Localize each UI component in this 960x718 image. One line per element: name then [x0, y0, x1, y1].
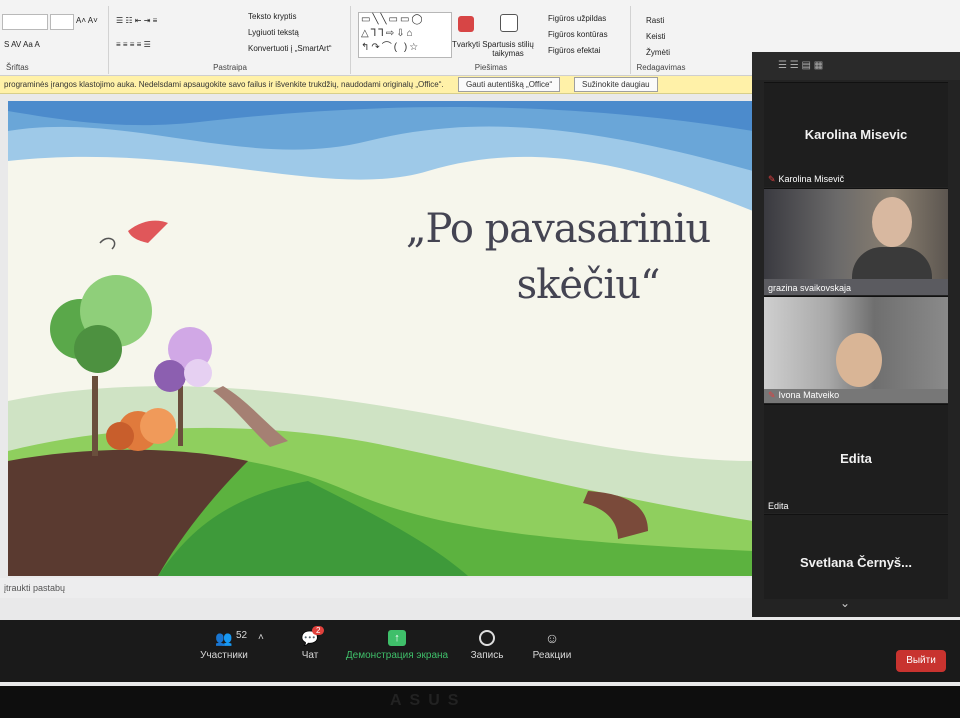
monitor-bezel: [0, 686, 960, 718]
participants-button[interactable]: 👥 52 Участники: [196, 630, 252, 661]
view-switcher: ☰ ☰ ▤ ▦: [752, 52, 960, 80]
video-tile[interactable]: Edita Edita: [764, 404, 948, 513]
slide-title-line1: „Po pavasariniu: [405, 206, 711, 252]
drawing-group-label: Piešimas: [474, 63, 508, 72]
participant-name: Svetlana Černyš...: [800, 555, 912, 570]
face-shape: [836, 333, 882, 387]
editing-group-label: Redagavimas: [636, 63, 686, 72]
face-shape: [872, 197, 912, 247]
slide-title-line2: skėčiu“: [516, 262, 661, 308]
font-group-label: Šriftas: [6, 63, 29, 72]
chat-label: Чат: [301, 650, 319, 661]
participants-icon: 👥: [215, 630, 233, 646]
participants-menu-caret[interactable]: ˄: [258, 632, 264, 643]
quick-styles-icon: [500, 14, 518, 32]
participant-name: Edita: [840, 451, 872, 466]
shapes-gallery[interactable]: ▭╲╲▭▭◯ △⅂⅂⇨⇩⌂ ↰↷⌒( )☆: [358, 12, 452, 58]
get-genuine-office-button[interactable]: Gauti autentišką „Office“: [458, 77, 561, 92]
list-icons[interactable]: ☰ ☷ ⇤ ⇥ ≡: [116, 16, 157, 25]
find-button[interactable]: Rasti: [646, 16, 664, 25]
font-name-combo[interactable]: [2, 14, 48, 30]
mic-muted-icon: ✎: [768, 174, 776, 184]
participant-name: Karolina Misevic: [804, 127, 908, 142]
participants-count: 52: [236, 630, 248, 641]
record-label: Запись: [470, 650, 504, 661]
drawing-group: ▭╲╲▭▭◯ △⅂⅂⇨⇩⌂ ↰↷⌒( )☆ Tvarkyti Spartusis s…: [352, 6, 631, 74]
participant-tag: Edita: [768, 501, 789, 511]
arrange-icon: [458, 16, 474, 32]
arrange-button[interactable]: Tvarkyti: [452, 40, 480, 49]
license-warning-bar: programinės įrangos klastojimo auka. Ned…: [0, 76, 768, 94]
shoulders-shape: [852, 247, 932, 279]
select-button[interactable]: Žymėti: [646, 48, 670, 57]
paragraph-group-label: Pastraipa: [213, 63, 247, 72]
chat-badge: 2: [312, 626, 325, 635]
screen: A˄ A˅ S AV Aa A Šriftas ☰ ☷ ⇤ ⇥ ≡ ≡ ≡ ≡ …: [0, 0, 960, 690]
record-icon: [479, 630, 495, 646]
video-tile[interactable]: ✎ Ivona Matveiko: [764, 296, 948, 403]
slide-title[interactable]: „Po pavasariniu skėčiu“: [348, 201, 753, 313]
participant-tag: ✎ Ivona Matveiko: [768, 390, 840, 400]
participant-tag: grazina svaikovskaja: [768, 283, 852, 293]
align-icons[interactable]: ≡ ≡ ≡ ≡ ☰: [116, 40, 151, 49]
reactions-label: Реакции: [532, 650, 572, 661]
font-group: A˄ A˅ S AV Aa A Šriftas: [0, 6, 109, 74]
participants-label: Участники: [200, 650, 248, 661]
convert-smartart-button[interactable]: Konvertuoti į „SmartArt“: [248, 44, 332, 53]
participant-video: [764, 189, 948, 279]
replace-button[interactable]: Keisti: [646, 32, 666, 41]
text-direction-button[interactable]: Teksto kryptis: [248, 12, 296, 21]
font-format-icons[interactable]: S AV Aa A: [4, 40, 40, 49]
slide-illustration: [8, 101, 753, 576]
learn-more-button[interactable]: Sužinokite daugiau: [574, 77, 658, 92]
share-screen-icon: ↑: [388, 630, 406, 646]
chevron-down-icon[interactable]: ⌄: [840, 596, 850, 610]
participants-video-panel: ☰ ☰ ▤ ▦ Karolina Misevic ✎ Karolina Misev…: [752, 52, 960, 617]
participant-tag: ✎ Karolina Misevič: [768, 174, 845, 184]
video-tile[interactable]: Karolina Misevic ✎ Karolina Misevič: [764, 82, 948, 187]
chat-button[interactable]: 💬 2 Чат: [292, 626, 328, 661]
meeting-controls-bar: 👥 52 Участники ˄ 💬 2 Чат ↑ Демонстрация …: [0, 620, 960, 682]
grow-font-icon[interactable]: A˄ A˅: [76, 16, 98, 25]
editing-group: Rasti Keisti Žymėti Redagavimas: [632, 6, 690, 74]
leave-button[interactable]: Выйти: [896, 650, 946, 672]
reactions-icon: ☺: [544, 630, 560, 646]
shape-outline-button[interactable]: Figūros kontūras: [548, 30, 608, 39]
share-screen-button[interactable]: ↑ Демонстрация экрана: [344, 630, 450, 661]
view-icon[interactable]: ☰ ☰ ▤ ▦: [778, 60, 823, 71]
monitor-brand: ASUS: [390, 692, 467, 709]
quick-styles-button[interactable]: Spartusis stilių taikymas: [480, 40, 536, 58]
shape-effects-button[interactable]: Figūros efektai: [548, 46, 600, 55]
notes-pane[interactable]: įtraukti pastabų: [0, 578, 764, 598]
reactions-button[interactable]: ☺ Реакции: [528, 630, 576, 661]
video-tile[interactable]: grazina svaikovskaja: [764, 188, 948, 295]
align-text-button[interactable]: Lygiuoti tekstą: [248, 28, 299, 37]
font-size-combo[interactable]: [50, 14, 74, 30]
slide-canvas[interactable]: „Po pavasariniu skėčiu“: [8, 101, 753, 576]
video-tile[interactable]: Svetlana Černyš...: [764, 514, 948, 599]
shape-fill-button[interactable]: Figūros užpildas: [548, 14, 606, 23]
record-button[interactable]: Запись: [466, 630, 508, 661]
warning-message: programinės įrangos klastojimo auka. Ned…: [4, 80, 444, 89]
participant-video: [764, 297, 948, 389]
paragraph-group: ☰ ☷ ⇤ ⇥ ≡ ≡ ≡ ≡ ≡ ☰ Teksto kryptis Lygiu…: [110, 6, 351, 74]
share-screen-label: Демонстрация экрана: [345, 650, 449, 661]
mic-muted-icon: ✎: [768, 390, 776, 400]
